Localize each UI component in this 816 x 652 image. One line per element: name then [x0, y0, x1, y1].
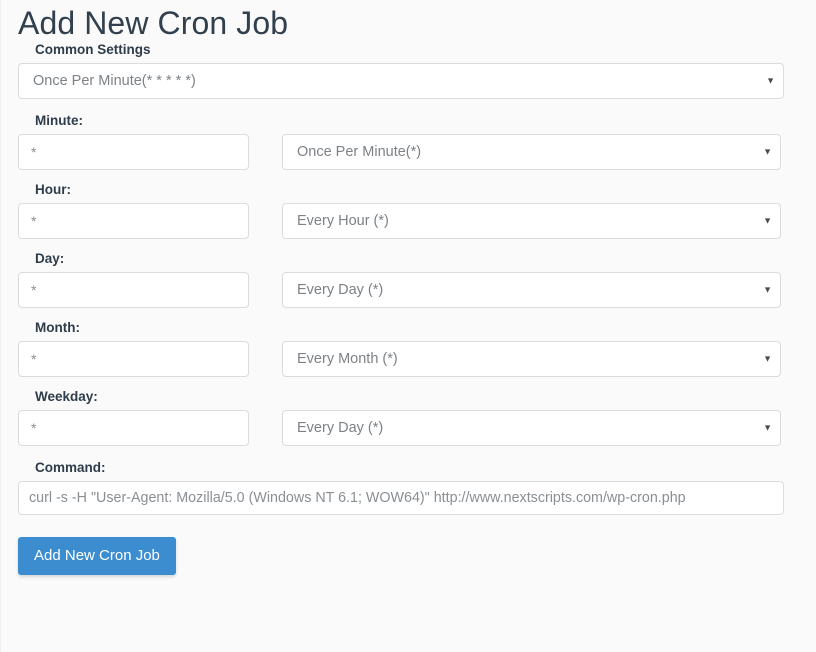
- day-input[interactable]: [18, 272, 249, 308]
- weekday-controls: Every Day (*) ▼: [18, 410, 816, 446]
- month-row: Month: Every Month (*) ▼: [1, 320, 816, 377]
- minute-row: Minute: Once Per Minute(*) ▼: [1, 113, 816, 170]
- minute-select-wrap[interactable]: Once Per Minute(*) ▼: [282, 134, 781, 170]
- month-select[interactable]: Every Month (*): [282, 341, 781, 377]
- weekday-input[interactable]: [18, 410, 249, 446]
- hour-input[interactable]: [18, 203, 249, 239]
- command-input-wrap: curl -s -H "User-Agent: Mozilla/5.0 (Win…: [18, 481, 816, 515]
- add-cron-job-page: Add New Cron Job Common Settings Once Pe…: [0, 0, 816, 652]
- command-row: Command: curl -s -H "User-Agent: Mozilla…: [1, 460, 816, 515]
- weekday-label: Weekday:: [35, 389, 98, 404]
- day-controls: Every Day (*) ▼: [18, 272, 816, 308]
- page-title: Add New Cron Job: [18, 5, 289, 41]
- hour-select-wrap[interactable]: Every Hour (*) ▼: [282, 203, 781, 239]
- minute-controls: Once Per Minute(*) ▼: [18, 134, 816, 170]
- month-label: Month:: [35, 320, 80, 335]
- day-row: Day: Every Day (*) ▼: [1, 251, 816, 308]
- month-input[interactable]: [18, 341, 249, 377]
- month-select-wrap[interactable]: Every Month (*) ▼: [282, 341, 781, 377]
- day-select[interactable]: Every Day (*): [282, 272, 781, 308]
- hour-controls: Every Hour (*) ▼: [18, 203, 816, 239]
- minute-select[interactable]: Once Per Minute(*): [282, 134, 781, 170]
- hour-row: Hour: Every Hour (*) ▼: [1, 182, 816, 239]
- weekday-row: Weekday: Every Day (*) ▼: [1, 389, 816, 446]
- hour-label: Hour:: [35, 182, 71, 197]
- common-settings-controls: Once Per Minute(* * * * *) ▼: [18, 63, 816, 99]
- common-settings-select[interactable]: Once Per Minute(* * * * *): [18, 63, 784, 99]
- month-controls: Every Month (*) ▼: [18, 341, 816, 377]
- weekday-select-wrap[interactable]: Every Day (*) ▼: [282, 410, 781, 446]
- command-label: Command:: [35, 460, 106, 475]
- day-select-wrap[interactable]: Every Day (*) ▼: [282, 272, 781, 308]
- common-settings-select-wrap[interactable]: Once Per Minute(* * * * *) ▼: [18, 63, 784, 99]
- day-label: Day:: [35, 251, 65, 266]
- common-settings-row: Common Settings Once Per Minute(* * * * …: [1, 42, 816, 99]
- minute-input[interactable]: [18, 134, 249, 170]
- minute-label: Minute:: [35, 113, 83, 128]
- command-input[interactable]: curl -s -H "User-Agent: Mozilla/5.0 (Win…: [18, 481, 784, 515]
- common-settings-label: Common Settings: [35, 42, 151, 57]
- add-new-cron-job-button[interactable]: Add New Cron Job: [18, 537, 176, 575]
- hour-select[interactable]: Every Hour (*): [282, 203, 781, 239]
- weekday-select[interactable]: Every Day (*): [282, 410, 781, 446]
